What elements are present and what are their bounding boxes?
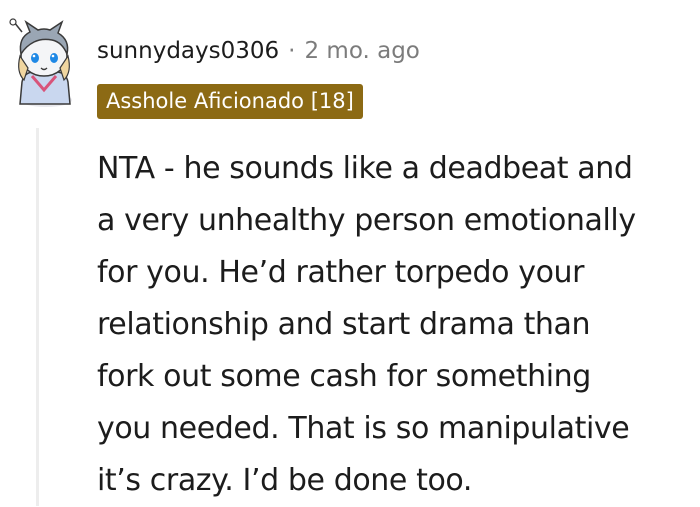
comment-body-line: fork out some cash for something bbox=[97, 359, 591, 394]
timestamp-link[interactable]: 2 mo. ago bbox=[304, 34, 419, 68]
comment: sunnydays0306 · 2 mo. ago Asshole Aficio… bbox=[0, 0, 700, 506]
comment-meta: sunnydays0306 · 2 mo. ago bbox=[97, 34, 420, 68]
comment-body-line: a very unhealthy person emotionally bbox=[97, 203, 636, 238]
comment-body: NTA - he sounds like a deadbeat and a ve… bbox=[97, 143, 697, 507]
comment-body-line: relationship and start drama than bbox=[97, 307, 591, 342]
comment-body-line: it’s crazy. I’d be done too. bbox=[97, 463, 472, 498]
comment-body-line: NTA - he sounds like a deadbeat and bbox=[97, 151, 633, 186]
username-link[interactable]: sunnydays0306 bbox=[97, 34, 279, 68]
user-avatar-icon[interactable] bbox=[4, 18, 80, 110]
comment-body-line: for you. He’d rather torpedo your bbox=[97, 255, 585, 290]
meta-separator: · bbox=[288, 38, 296, 64]
user-flair-badge: Asshole Aficionado [18] bbox=[97, 84, 363, 119]
comment-body-line: you needed. That is so manipulative bbox=[97, 411, 630, 446]
thread-collapse-line[interactable] bbox=[36, 128, 39, 506]
